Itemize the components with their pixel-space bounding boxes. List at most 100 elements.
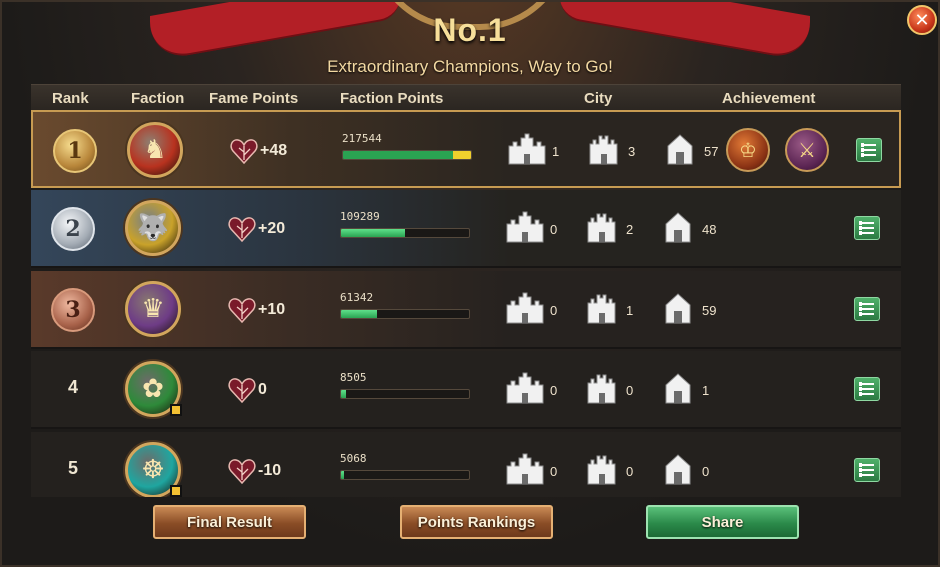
- large-city-count: 1: [552, 144, 560, 159]
- column-faction-points: Faction Points: [340, 90, 444, 107]
- fame-points-value: +48: [260, 142, 288, 159]
- medium-city-count: 2: [626, 222, 634, 237]
- small-city-count: 48: [702, 222, 717, 237]
- medium-city-icon: [582, 452, 622, 486]
- fame-heart-icon: [229, 136, 259, 166]
- list-icon: [861, 143, 876, 147]
- large-city-icon: [507, 132, 547, 166]
- fame-heart-icon: [227, 295, 257, 325]
- medium-city-icon: [582, 210, 622, 244]
- medium-city-icon: [584, 132, 624, 166]
- faction-points-value: 109289: [340, 210, 380, 223]
- large-city-icon: [505, 371, 545, 405]
- fame-heart-icon: [227, 375, 257, 405]
- large-city-count: 0: [550, 222, 558, 237]
- details-list-button[interactable]: [854, 458, 880, 482]
- list-icon-line: [859, 231, 874, 235]
- list-icon-line: [861, 153, 876, 157]
- list-icon-line: [859, 387, 874, 391]
- faction-points-progress-bar: [342, 150, 472, 160]
- table-row: 2 🐺 +20 109289 0 2 48: [31, 190, 901, 268]
- progress-fill: [341, 390, 347, 398]
- faction-points-progress-bar: [340, 228, 470, 238]
- result-panel: No.1 Extraordinary Champions, Way to Go!…: [0, 0, 940, 567]
- final-result-button[interactable]: Final Result: [153, 505, 306, 539]
- fame-heart-icon: [227, 214, 257, 244]
- progress-fill: [341, 310, 377, 318]
- table-row: 1 ♞ +48 217544 1 3 57 ♔ ⚔: [31, 110, 901, 188]
- details-list-button[interactable]: [854, 216, 880, 240]
- fame-points-value: -10: [258, 462, 282, 479]
- details-list-button[interactable]: [856, 138, 882, 162]
- faction-points-value: 217544: [342, 132, 382, 145]
- fame-heart-icon: [227, 456, 257, 486]
- details-list-button[interactable]: [854, 297, 880, 321]
- small-city-count: 59: [702, 303, 717, 318]
- medium-city-count: 1: [626, 303, 634, 318]
- progress-fill: [341, 229, 405, 237]
- close-icon: ✕: [914, 9, 930, 31]
- small-city-icon: [658, 452, 698, 486]
- table-header: Rank Faction Fame Points Faction Points …: [31, 84, 901, 110]
- large-city-count: 0: [550, 464, 558, 479]
- rank-medal-icon: 3: [51, 288, 95, 332]
- close-button[interactable]: ✕: [907, 5, 937, 35]
- small-city-icon: [658, 291, 698, 325]
- rank-medal-icon: 1: [53, 129, 97, 173]
- small-city-icon: [660, 132, 700, 166]
- list-icon: [859, 463, 874, 467]
- fame-points-value: +20: [258, 220, 286, 237]
- large-city-count: 0: [550, 383, 558, 398]
- points-rankings-button[interactable]: Points Rankings: [400, 505, 553, 539]
- large-city-icon: [505, 291, 545, 325]
- list-icon: [859, 302, 874, 306]
- list-icon-line: [859, 307, 874, 311]
- faction-badge-icon: [170, 485, 182, 497]
- list-icon-line: [859, 468, 874, 472]
- faction-badge-icon: [170, 404, 182, 416]
- small-city-icon: [658, 210, 698, 244]
- list-icon: [859, 382, 874, 386]
- table-row: 4 ✿ 0 8505 0 0 1: [31, 351, 901, 429]
- page-title: No.1: [433, 12, 507, 48]
- lion-crest-icon[interactable]: ♞: [127, 122, 183, 178]
- list-icon: [859, 221, 874, 225]
- small-city-count: 0: [702, 464, 710, 479]
- winged-sword-achievement-icon[interactable]: ⚔: [785, 128, 829, 172]
- fame-points-value: +10: [258, 301, 286, 318]
- page-subtitle: Extraordinary Champions, Way to Go!: [327, 57, 613, 76]
- fame-points-value: 0: [258, 381, 267, 398]
- list-icon-line: [859, 392, 874, 396]
- table-row: 3 ♛ +10 61342 0 1 59: [31, 271, 901, 349]
- faction-points-value: 61342: [340, 291, 374, 304]
- large-city-count: 0: [550, 303, 558, 318]
- faction-points-progress-bar: [340, 309, 470, 319]
- details-list-button[interactable]: [854, 377, 880, 401]
- kraken-crest-icon[interactable]: ☸: [125, 442, 182, 497]
- column-city: City: [584, 90, 613, 107]
- ranking-list[interactable]: 1 ♞ +48 217544 1 3 57 ♔ ⚔ 2 🐺 +20 109289: [31, 110, 901, 497]
- rank-medal-icon: 2: [51, 207, 95, 251]
- direwolf-crest-icon[interactable]: 🐺: [125, 200, 181, 256]
- progress-fill: [341, 471, 344, 479]
- rank-number: 5: [67, 458, 78, 478]
- faction-points-value: 8505: [340, 371, 367, 384]
- horned-crown-achievement-icon[interactable]: ♔: [726, 128, 770, 172]
- list-icon-line: [859, 473, 874, 477]
- faction-points-progress-bar: [340, 389, 470, 399]
- small-city-count: 1: [702, 383, 710, 398]
- medium-city-count: 3: [628, 144, 636, 159]
- list-icon-line: [859, 226, 874, 230]
- medium-city-icon: [582, 371, 622, 405]
- small-city-count: 57: [704, 144, 719, 159]
- rank-number: 4: [67, 377, 78, 397]
- medium-city-icon: [582, 291, 622, 325]
- column-faction: Faction: [131, 90, 185, 107]
- rose-crest-icon[interactable]: ✿: [125, 361, 182, 417]
- share-button[interactable]: Share: [646, 505, 799, 539]
- column-rank: Rank: [52, 90, 89, 107]
- medium-city-count: 0: [626, 383, 634, 398]
- medium-city-count: 0: [626, 464, 634, 479]
- large-city-icon: [505, 210, 545, 244]
- dragon-crest-icon[interactable]: ♛: [125, 281, 181, 337]
